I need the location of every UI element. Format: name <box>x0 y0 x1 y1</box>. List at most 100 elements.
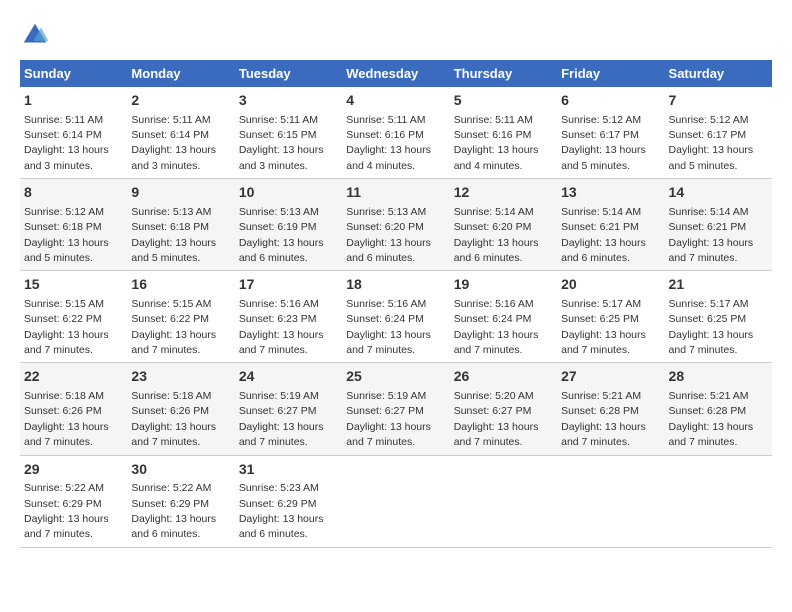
day-number: 23 <box>131 367 230 387</box>
day-number: 16 <box>131 275 230 295</box>
calendar-cell: 21 Sunrise: 5:17 AMSunset: 6:25 PMDaylig… <box>665 271 772 363</box>
calendar-cell: 12 Sunrise: 5:14 AMSunset: 6:20 PMDaylig… <box>450 179 557 271</box>
calendar-cell: 7 Sunrise: 5:12 AMSunset: 6:17 PMDayligh… <box>665 87 772 179</box>
day-info: Sunrise: 5:11 AMSunset: 6:14 PMDaylight:… <box>131 114 216 172</box>
calendar-week-2: 8 Sunrise: 5:12 AMSunset: 6:18 PMDayligh… <box>20 179 772 271</box>
day-number: 11 <box>346 183 445 203</box>
day-number: 13 <box>561 183 660 203</box>
calendar-cell <box>342 455 449 547</box>
calendar-cell: 29 Sunrise: 5:22 AMSunset: 6:29 PMDaylig… <box>20 455 127 547</box>
calendar-cell: 26 Sunrise: 5:20 AMSunset: 6:27 PMDaylig… <box>450 363 557 455</box>
calendar-cell: 16 Sunrise: 5:15 AMSunset: 6:22 PMDaylig… <box>127 271 234 363</box>
day-number: 2 <box>131 91 230 111</box>
calendar-cell <box>557 455 664 547</box>
calendar-table: SundayMondayTuesdayWednesdayThursdayFrid… <box>20 60 772 548</box>
day-info: Sunrise: 5:21 AMSunset: 6:28 PMDaylight:… <box>669 390 754 448</box>
day-number: 31 <box>239 460 338 480</box>
calendar-week-5: 29 Sunrise: 5:22 AMSunset: 6:29 PMDaylig… <box>20 455 772 547</box>
calendar-cell: 13 Sunrise: 5:14 AMSunset: 6:21 PMDaylig… <box>557 179 664 271</box>
calendar-cell: 10 Sunrise: 5:13 AMSunset: 6:19 PMDaylig… <box>235 179 342 271</box>
calendar-cell: 24 Sunrise: 5:19 AMSunset: 6:27 PMDaylig… <box>235 363 342 455</box>
day-number: 3 <box>239 91 338 111</box>
calendar-cell: 25 Sunrise: 5:19 AMSunset: 6:27 PMDaylig… <box>342 363 449 455</box>
calendar-cell: 2 Sunrise: 5:11 AMSunset: 6:14 PMDayligh… <box>127 87 234 179</box>
day-number: 26 <box>454 367 553 387</box>
day-number: 17 <box>239 275 338 295</box>
day-number: 5 <box>454 91 553 111</box>
day-info: Sunrise: 5:22 AMSunset: 6:29 PMDaylight:… <box>24 482 109 540</box>
calendar-cell: 27 Sunrise: 5:21 AMSunset: 6:28 PMDaylig… <box>557 363 664 455</box>
day-header-monday: Monday <box>127 60 234 87</box>
calendar-week-3: 15 Sunrise: 5:15 AMSunset: 6:22 PMDaylig… <box>20 271 772 363</box>
calendar-cell: 9 Sunrise: 5:13 AMSunset: 6:18 PMDayligh… <box>127 179 234 271</box>
day-info: Sunrise: 5:16 AMSunset: 6:24 PMDaylight:… <box>346 298 431 356</box>
day-number: 19 <box>454 275 553 295</box>
day-info: Sunrise: 5:19 AMSunset: 6:27 PMDaylight:… <box>239 390 324 448</box>
day-info: Sunrise: 5:17 AMSunset: 6:25 PMDaylight:… <box>561 298 646 356</box>
day-number: 30 <box>131 460 230 480</box>
day-info: Sunrise: 5:14 AMSunset: 6:20 PMDaylight:… <box>454 206 539 264</box>
day-info: Sunrise: 5:16 AMSunset: 6:24 PMDaylight:… <box>454 298 539 356</box>
day-number: 1 <box>24 91 123 111</box>
day-number: 24 <box>239 367 338 387</box>
day-header-tuesday: Tuesday <box>235 60 342 87</box>
day-info: Sunrise: 5:19 AMSunset: 6:27 PMDaylight:… <box>346 390 431 448</box>
day-number: 15 <box>24 275 123 295</box>
day-number: 29 <box>24 460 123 480</box>
day-header-saturday: Saturday <box>665 60 772 87</box>
day-header-sunday: Sunday <box>20 60 127 87</box>
day-info: Sunrise: 5:11 AMSunset: 6:15 PMDaylight:… <box>239 114 324 172</box>
day-info: Sunrise: 5:14 AMSunset: 6:21 PMDaylight:… <box>669 206 754 264</box>
day-header-friday: Friday <box>557 60 664 87</box>
day-info: Sunrise: 5:12 AMSunset: 6:18 PMDaylight:… <box>24 206 109 264</box>
day-info: Sunrise: 5:12 AMSunset: 6:17 PMDaylight:… <box>561 114 646 172</box>
day-info: Sunrise: 5:13 AMSunset: 6:19 PMDaylight:… <box>239 206 324 264</box>
page-header <box>20 20 772 50</box>
logo <box>20 20 54 50</box>
day-info: Sunrise: 5:20 AMSunset: 6:27 PMDaylight:… <box>454 390 539 448</box>
day-info: Sunrise: 5:16 AMSunset: 6:23 PMDaylight:… <box>239 298 324 356</box>
day-number: 12 <box>454 183 553 203</box>
day-info: Sunrise: 5:15 AMSunset: 6:22 PMDaylight:… <box>24 298 109 356</box>
day-info: Sunrise: 5:21 AMSunset: 6:28 PMDaylight:… <box>561 390 646 448</box>
day-number: 7 <box>669 91 768 111</box>
day-number: 20 <box>561 275 660 295</box>
calendar-body: 1 Sunrise: 5:11 AMSunset: 6:14 PMDayligh… <box>20 87 772 547</box>
calendar-cell: 11 Sunrise: 5:13 AMSunset: 6:20 PMDaylig… <box>342 179 449 271</box>
calendar-header-row: SundayMondayTuesdayWednesdayThursdayFrid… <box>20 60 772 87</box>
calendar-cell: 14 Sunrise: 5:14 AMSunset: 6:21 PMDaylig… <box>665 179 772 271</box>
calendar-cell: 15 Sunrise: 5:15 AMSunset: 6:22 PMDaylig… <box>20 271 127 363</box>
day-info: Sunrise: 5:14 AMSunset: 6:21 PMDaylight:… <box>561 206 646 264</box>
day-number: 28 <box>669 367 768 387</box>
day-info: Sunrise: 5:13 AMSunset: 6:20 PMDaylight:… <box>346 206 431 264</box>
day-number: 10 <box>239 183 338 203</box>
calendar-cell: 6 Sunrise: 5:12 AMSunset: 6:17 PMDayligh… <box>557 87 664 179</box>
day-info: Sunrise: 5:12 AMSunset: 6:17 PMDaylight:… <box>669 114 754 172</box>
calendar-cell <box>665 455 772 547</box>
calendar-cell: 30 Sunrise: 5:22 AMSunset: 6:29 PMDaylig… <box>127 455 234 547</box>
day-header-thursday: Thursday <box>450 60 557 87</box>
day-info: Sunrise: 5:17 AMSunset: 6:25 PMDaylight:… <box>669 298 754 356</box>
day-info: Sunrise: 5:11 AMSunset: 6:14 PMDaylight:… <box>24 114 109 172</box>
day-number: 27 <box>561 367 660 387</box>
day-info: Sunrise: 5:13 AMSunset: 6:18 PMDaylight:… <box>131 206 216 264</box>
day-info: Sunrise: 5:18 AMSunset: 6:26 PMDaylight:… <box>24 390 109 448</box>
day-number: 6 <box>561 91 660 111</box>
calendar-cell: 18 Sunrise: 5:16 AMSunset: 6:24 PMDaylig… <box>342 271 449 363</box>
day-number: 9 <box>131 183 230 203</box>
day-number: 8 <box>24 183 123 203</box>
day-info: Sunrise: 5:23 AMSunset: 6:29 PMDaylight:… <box>239 482 324 540</box>
calendar-cell: 17 Sunrise: 5:16 AMSunset: 6:23 PMDaylig… <box>235 271 342 363</box>
day-info: Sunrise: 5:11 AMSunset: 6:16 PMDaylight:… <box>454 114 539 172</box>
day-info: Sunrise: 5:11 AMSunset: 6:16 PMDaylight:… <box>346 114 431 172</box>
day-number: 18 <box>346 275 445 295</box>
calendar-cell: 8 Sunrise: 5:12 AMSunset: 6:18 PMDayligh… <box>20 179 127 271</box>
day-info: Sunrise: 5:22 AMSunset: 6:29 PMDaylight:… <box>131 482 216 540</box>
logo-icon <box>20 20 50 50</box>
calendar-cell: 5 Sunrise: 5:11 AMSunset: 6:16 PMDayligh… <box>450 87 557 179</box>
day-info: Sunrise: 5:15 AMSunset: 6:22 PMDaylight:… <box>131 298 216 356</box>
day-number: 25 <box>346 367 445 387</box>
calendar-cell: 31 Sunrise: 5:23 AMSunset: 6:29 PMDaylig… <box>235 455 342 547</box>
calendar-cell <box>450 455 557 547</box>
calendar-week-4: 22 Sunrise: 5:18 AMSunset: 6:26 PMDaylig… <box>20 363 772 455</box>
